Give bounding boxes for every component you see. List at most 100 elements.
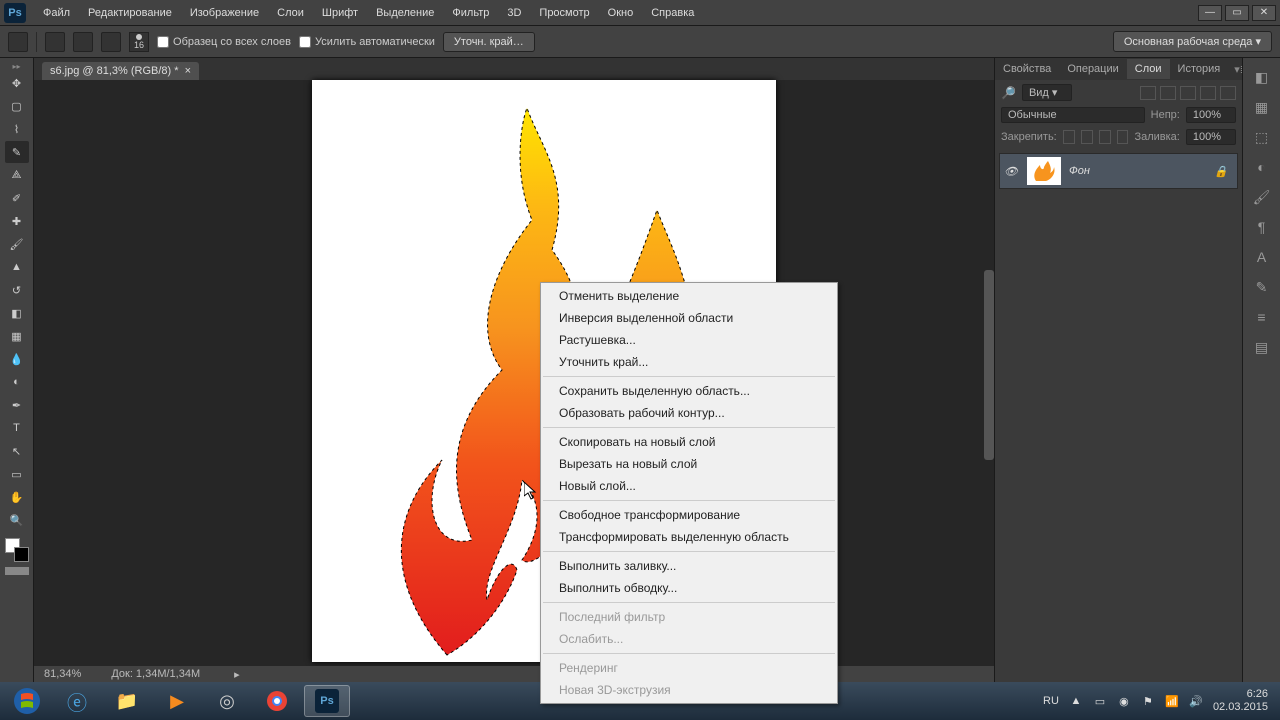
menu-select[interactable]: Выделение xyxy=(367,3,443,23)
menu-filter[interactable]: Фильтр xyxy=(443,3,498,23)
type-tool[interactable]: T xyxy=(5,417,29,439)
color-panel-icon[interactable]: ◧ xyxy=(1252,68,1272,86)
taskbar-ie[interactable]: ⓔ xyxy=(54,685,100,717)
tray-lang[interactable]: RU xyxy=(1043,695,1059,707)
dodge-tool[interactable]: ◐ xyxy=(5,371,29,393)
lock-pos-icon[interactable] xyxy=(1099,130,1111,144)
hand-tool[interactable]: ✋ xyxy=(5,486,29,508)
panel-tab-layers[interactable]: Слои xyxy=(1127,59,1170,79)
visibility-icon[interactable]: 👁 xyxy=(1003,165,1019,178)
char-panel-icon[interactable]: ¶ xyxy=(1252,218,1272,236)
tab-close-icon[interactable]: × xyxy=(185,65,191,77)
tray-action-icon[interactable]: ⚑ xyxy=(1141,694,1155,708)
menu-layers[interactable]: Слои xyxy=(268,3,313,23)
nav-panel-icon[interactable]: ▤ xyxy=(1252,338,1272,356)
taskbar-explorer[interactable]: 📁 xyxy=(104,685,150,717)
sample-all-layers-check[interactable]: Образец со всех слоев xyxy=(157,36,291,48)
menu-3d[interactable]: 3D xyxy=(498,3,530,23)
fill-input[interactable]: 100% xyxy=(1186,129,1236,145)
menu-edit[interactable]: Редактирование xyxy=(79,3,181,23)
quickmask-toggle[interactable] xyxy=(5,567,29,575)
styles-panel-icon[interactable]: ⬚ xyxy=(1252,128,1272,146)
refine-edge-button[interactable]: Уточн. край… xyxy=(443,32,535,52)
lock-all-icon[interactable] xyxy=(1117,130,1129,144)
brush-size-picker[interactable]: 16 xyxy=(129,32,149,52)
adjust-panel-icon[interactable]: ◐ xyxy=(1252,158,1272,176)
ctx-item[interactable]: Отменить выделение xyxy=(541,285,837,307)
ctx-item[interactable]: Трансформировать выделенную область xyxy=(541,526,837,548)
lock-trans-icon[interactable] xyxy=(1063,130,1075,144)
vertical-scrollbar[interactable] xyxy=(984,270,994,460)
window-maximize[interactable]: ▭ xyxy=(1225,5,1249,21)
brushes-panel-icon[interactable]: 🖌 xyxy=(1252,188,1272,206)
blur-tool[interactable]: 💧 xyxy=(5,348,29,370)
shape-tool[interactable]: ▭ xyxy=(5,463,29,485)
opacity-input[interactable]: 100% xyxy=(1186,107,1236,123)
panel-tab-actions[interactable]: Операции xyxy=(1059,59,1126,79)
taskbar-steam[interactable]: ◎ xyxy=(204,685,250,717)
menu-image[interactable]: Изображение xyxy=(181,3,268,23)
brush-mode-sub[interactable] xyxy=(101,32,121,52)
history-brush-tool[interactable]: ↺ xyxy=(5,279,29,301)
tray-volume-icon[interactable]: 🔊 xyxy=(1189,694,1203,708)
menu-help[interactable]: Справка xyxy=(642,3,703,23)
window-close[interactable]: ✕ xyxy=(1252,5,1276,21)
brush-mode-add[interactable] xyxy=(73,32,93,52)
filter-shape-icon[interactable] xyxy=(1200,86,1216,100)
filter-pix-icon[interactable] xyxy=(1140,86,1156,100)
panel-tab-history[interactable]: История xyxy=(1170,59,1229,79)
stamp-tool[interactable]: ▲ xyxy=(5,256,29,278)
lasso-tool[interactable]: ⌇ xyxy=(5,118,29,140)
path-panel-icon[interactable]: ✎ xyxy=(1252,278,1272,296)
filter-smart-icon[interactable] xyxy=(1220,86,1236,100)
tool-preset-icon[interactable] xyxy=(8,32,28,52)
ctx-item[interactable]: Выполнить заливку... xyxy=(541,555,837,577)
workspace-switcher[interactable]: Основная рабочая среда ▾ xyxy=(1113,31,1272,52)
path-select-tool[interactable]: ↖ xyxy=(5,440,29,462)
ctx-item[interactable]: Вырезать на новый слой xyxy=(541,453,837,475)
layer-row-background[interactable]: 👁 Фон 🔒 xyxy=(999,153,1238,189)
start-button[interactable] xyxy=(4,685,50,717)
ctx-item[interactable]: Образовать рабочий контур... xyxy=(541,402,837,424)
taskbar-photoshop[interactable]: Ps xyxy=(304,685,350,717)
zoom-tool[interactable]: 🔍 xyxy=(5,509,29,531)
window-minimize[interactable]: — xyxy=(1198,5,1222,21)
menu-window[interactable]: Окно xyxy=(599,3,643,23)
layer-thumbnail[interactable] xyxy=(1027,157,1061,185)
marquee-tool[interactable]: ▢ xyxy=(5,95,29,117)
tray-network-icon[interactable]: 📶 xyxy=(1165,694,1179,708)
brush-tool[interactable]: 🖌 xyxy=(5,233,29,255)
ctx-item[interactable]: Выполнить обводку... xyxy=(541,577,837,599)
ctx-item[interactable]: Уточнить край... xyxy=(541,351,837,373)
glyph-panel-icon[interactable]: A xyxy=(1252,248,1272,266)
menu-file[interactable]: Файл xyxy=(34,3,79,23)
ctx-item[interactable]: Свободное трансформирование xyxy=(541,504,837,526)
ctx-item[interactable]: Скопировать на новый слой xyxy=(541,431,837,453)
tray-clock[interactable]: 6:26 02.03.2015 xyxy=(1213,688,1268,714)
taskbar-chrome[interactable] xyxy=(254,685,300,717)
ctx-item[interactable]: Сохранить выделенную область... xyxy=(541,380,837,402)
eyedropper-tool[interactable]: ✐ xyxy=(5,187,29,209)
filter-adj-icon[interactable] xyxy=(1160,86,1176,100)
tray-flag-icon[interactable]: ▲ xyxy=(1069,694,1083,708)
quick-select-tool[interactable]: ✎ xyxy=(5,141,29,163)
color-swatches[interactable] xyxy=(5,538,29,562)
healing-tool[interactable]: ✚ xyxy=(5,210,29,232)
crop-tool[interactable]: ⟁ xyxy=(5,164,29,186)
eraser-tool[interactable]: ◧ xyxy=(5,302,29,324)
lock-pix-icon[interactable] xyxy=(1081,130,1093,144)
auto-enhance-check[interactable]: Усилить автоматически xyxy=(299,36,435,48)
brush-mode-new[interactable] xyxy=(45,32,65,52)
swatches-panel-icon[interactable]: ▦ xyxy=(1252,98,1272,116)
ctx-item[interactable]: Растушевка... xyxy=(541,329,837,351)
tray-shield-icon[interactable]: ◉ xyxy=(1117,694,1131,708)
zoom-readout[interactable]: 81,34% xyxy=(44,668,81,680)
document-tab[interactable]: s6.jpg @ 81,3% (RGB/8) *× xyxy=(42,62,199,80)
gradient-tool[interactable]: ▦ xyxy=(5,325,29,347)
ctx-item[interactable]: Инверсия выделенной области xyxy=(541,307,837,329)
move-tool[interactable]: ✥ xyxy=(5,72,29,94)
panel-tab-properties[interactable]: Свойства xyxy=(995,59,1059,79)
menu-type[interactable]: Шрифт xyxy=(313,3,367,23)
taskbar-media[interactable]: ▶ xyxy=(154,685,200,717)
layer-filter-kind[interactable]: Вид ▾ xyxy=(1022,84,1072,101)
